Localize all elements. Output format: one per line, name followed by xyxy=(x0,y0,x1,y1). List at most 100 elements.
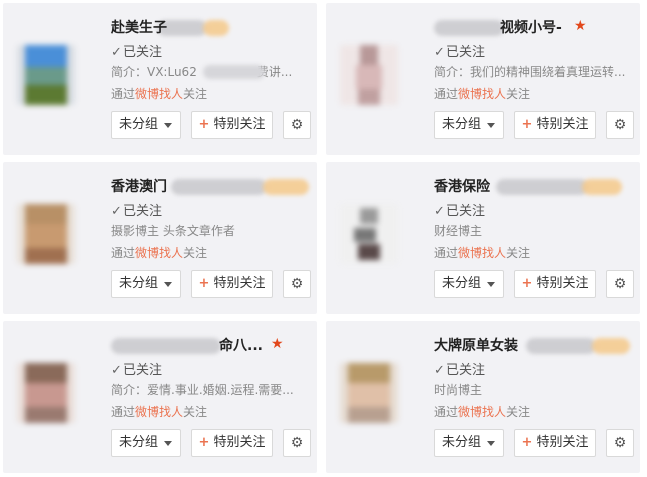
source-link[interactable]: 微博找人 xyxy=(135,405,183,419)
user-card: 视频小号- ★ ✓已关注 简介：我们的精神围绕着真理运转... 通过微博找人关注… xyxy=(326,3,640,155)
source-link[interactable]: 微博找人 xyxy=(135,87,183,101)
gear-icon: ⚙ xyxy=(613,117,627,133)
caret-down-icon xyxy=(487,123,495,128)
gear-icon: ⚙ xyxy=(290,117,304,133)
user-name[interactable]: 香港澳门 xyxy=(111,179,167,195)
follow-source: 通过微博找人关注 xyxy=(111,87,208,101)
user-name[interactable]: 视频小号- xyxy=(500,17,562,37)
redacted-name xyxy=(434,20,504,36)
check-icon: ✓ xyxy=(434,363,445,378)
source-link[interactable]: 微博找人 xyxy=(458,246,506,260)
source-link[interactable]: 微博找人 xyxy=(458,405,506,419)
user-info: 香港保险 ✓已关注 财经博主 通过微博找人关注 xyxy=(434,176,634,264)
group-select[interactable]: 未分组 xyxy=(434,270,504,298)
avatar[interactable] xyxy=(17,363,75,423)
caret-down-icon xyxy=(487,282,495,287)
redacted-badge xyxy=(263,179,309,195)
followed-status: 已关注 xyxy=(123,204,163,219)
plus-icon: + xyxy=(198,435,210,450)
follow-source: 通过微博找人关注 xyxy=(434,405,531,419)
caret-down-icon xyxy=(164,123,172,128)
redacted-badge xyxy=(582,179,622,195)
special-follow-button[interactable]: + 特别关注 xyxy=(514,270,596,298)
special-follow-button[interactable]: + 特别关注 xyxy=(191,111,273,139)
redacted-intro xyxy=(203,65,265,79)
avatar[interactable] xyxy=(17,45,75,105)
redacted-name xyxy=(526,338,596,354)
user-intro: 摄影博主 头条文章作者 xyxy=(111,224,235,238)
user-info: 视频小号- ★ ✓已关注 简介：我们的精神围绕着真理运转... 通过微博找人关注 xyxy=(434,17,634,105)
gear-icon: ⚙ xyxy=(290,435,304,451)
follow-source: 通过微博找人关注 xyxy=(111,246,208,260)
followed-status: 已关注 xyxy=(123,363,163,378)
settings-button[interactable]: ⚙ xyxy=(283,429,311,457)
special-follow-button[interactable]: + 特别关注 xyxy=(514,429,596,457)
settings-button[interactable]: ⚙ xyxy=(606,111,634,139)
caret-down-icon xyxy=(164,441,172,446)
check-icon: ✓ xyxy=(111,204,122,219)
plus-icon: + xyxy=(521,435,533,450)
plus-icon: + xyxy=(198,276,210,291)
followed-status: 已关注 xyxy=(446,204,486,219)
user-card: 赴美生子 ✓已关注 简介：VX:Lu62 费讲... 通过微博找人关注 未分组 +… xyxy=(3,3,317,155)
follow-list: 赴美生子 ✓已关注 简介：VX:Lu62 费讲... 通过微博找人关注 未分组 +… xyxy=(0,0,647,477)
plus-icon: + xyxy=(198,117,210,132)
gear-icon: ⚙ xyxy=(290,276,304,292)
user-intro: 时尚博主 xyxy=(434,383,483,397)
redacted-name xyxy=(171,179,267,195)
followed-status: 已关注 xyxy=(446,363,486,378)
redacted-name xyxy=(496,179,588,195)
user-intro: 简介：我们的精神围绕着真理运转... xyxy=(434,65,626,79)
group-select[interactable]: 未分组 xyxy=(111,111,181,139)
group-select[interactable]: 未分组 xyxy=(434,429,504,457)
special-follow-button[interactable]: + 特别关注 xyxy=(191,429,273,457)
user-card: 香港澳门 ✓已关注 摄影博主 头条文章作者 通过微博找人关注 未分组 + 特别关注… xyxy=(3,162,317,314)
star-icon: ★ xyxy=(271,336,284,352)
redacted-name xyxy=(111,338,221,354)
group-select[interactable]: 未分组 xyxy=(434,111,504,139)
user-name[interactable]: 赴美生子 xyxy=(111,20,167,36)
avatar[interactable] xyxy=(340,363,398,423)
follow-source: 通过微博找人关注 xyxy=(434,87,531,101)
plus-icon: + xyxy=(521,117,533,132)
source-link[interactable]: 微博找人 xyxy=(135,246,183,260)
check-icon: ✓ xyxy=(111,363,122,378)
user-info: 命八... ★ ✓已关注 简介：爱情.事业.婚姻.运程.需要... 通过微博找人… xyxy=(111,335,311,423)
user-name[interactable]: 香港保险 xyxy=(434,179,490,195)
user-intro: 简介：VX:Lu62 费讲... xyxy=(111,65,293,79)
follow-source: 通过微博找人关注 xyxy=(434,246,531,260)
settings-button[interactable]: ⚙ xyxy=(606,270,634,298)
special-follow-button[interactable]: + 特别关注 xyxy=(514,111,596,139)
user-name[interactable]: 命八... xyxy=(219,335,263,355)
star-icon: ★ xyxy=(574,18,587,34)
gear-icon: ⚙ xyxy=(613,276,627,292)
settings-button[interactable]: ⚙ xyxy=(283,111,311,139)
caret-down-icon xyxy=(164,282,172,287)
settings-button[interactable]: ⚙ xyxy=(606,429,634,457)
group-select[interactable]: 未分组 xyxy=(111,429,181,457)
user-card: 香港保险 ✓已关注 财经博主 通过微博找人关注 未分组 + 特别关注 ⚙ xyxy=(326,162,640,314)
check-icon: ✓ xyxy=(111,45,122,60)
check-icon: ✓ xyxy=(434,45,445,60)
avatar[interactable] xyxy=(340,204,398,264)
user-info: 大牌原单女装 ✓已关注 时尚博主 通过微博找人关注 xyxy=(434,335,634,423)
group-select[interactable]: 未分组 xyxy=(111,270,181,298)
user-info: 香港澳门 ✓已关注 摄影博主 头条文章作者 通过微博找人关注 xyxy=(111,176,311,264)
source-link[interactable]: 微博找人 xyxy=(458,87,506,101)
user-card: 命八... ★ ✓已关注 简介：爱情.事业.婚姻.运程.需要... 通过微博找人… xyxy=(3,321,317,473)
gear-icon: ⚙ xyxy=(613,435,627,451)
user-info: 赴美生子 ✓已关注 简介：VX:Lu62 费讲... 通过微博找人关注 xyxy=(111,17,311,105)
user-intro: 财经博主 xyxy=(434,224,483,238)
user-intro: 简介：爱情.事业.婚姻.运程.需要... xyxy=(111,383,294,397)
caret-down-icon xyxy=(487,441,495,446)
followed-status: 已关注 xyxy=(123,45,163,60)
followed-status: 已关注 xyxy=(446,45,486,60)
user-name[interactable]: 大牌原单女装 xyxy=(434,338,518,354)
avatar[interactable] xyxy=(340,45,398,105)
special-follow-button[interactable]: + 特别关注 xyxy=(191,270,273,298)
avatar[interactable] xyxy=(17,204,75,264)
redacted-badge xyxy=(592,338,630,354)
plus-icon: + xyxy=(521,276,533,291)
follow-source: 通过微博找人关注 xyxy=(111,405,208,419)
settings-button[interactable]: ⚙ xyxy=(283,270,311,298)
